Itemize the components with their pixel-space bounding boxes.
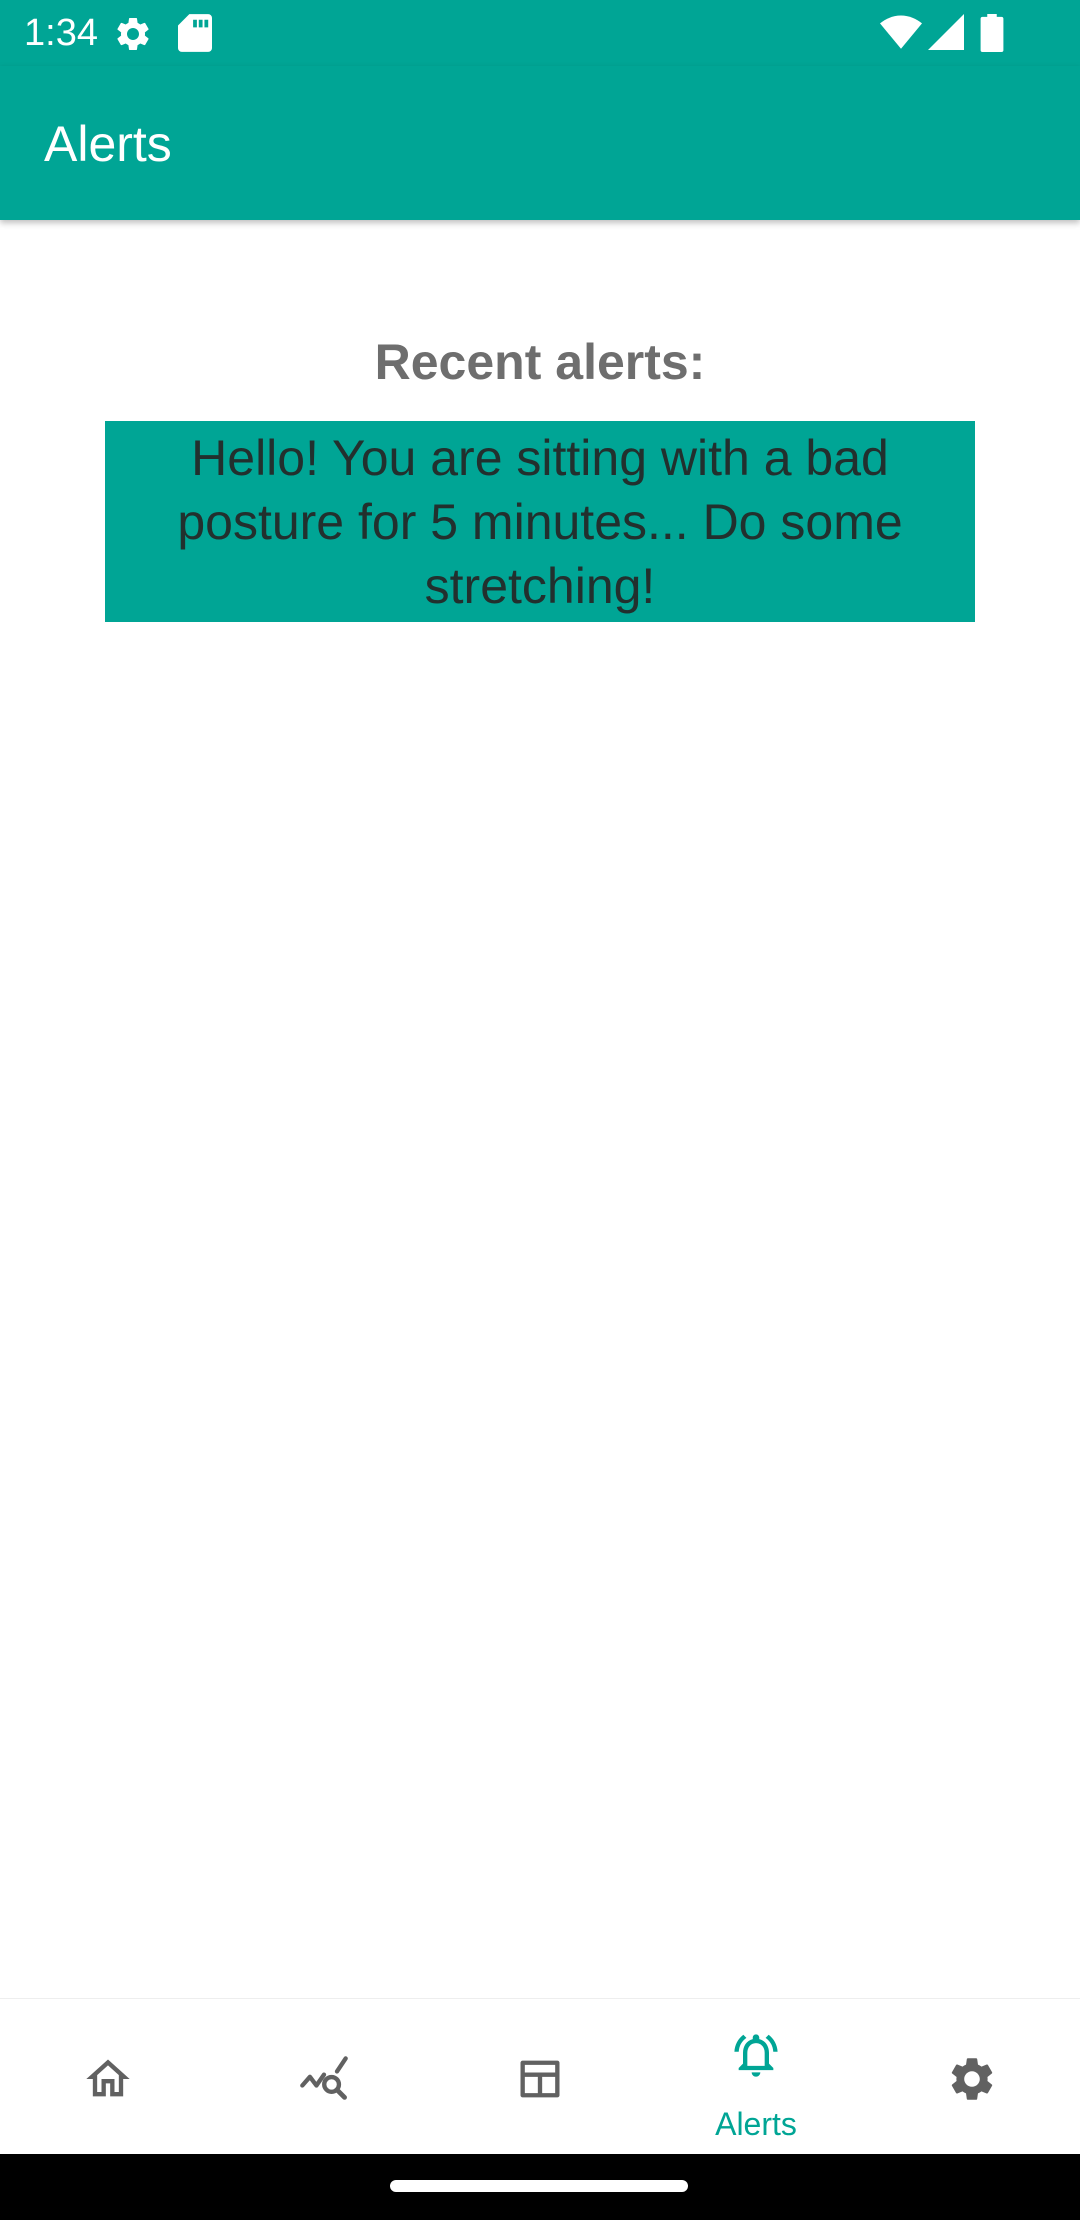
nav-analytics[interactable] <box>216 1999 432 2155</box>
app-bar: Alerts <box>0 66 1080 220</box>
chart-search-icon <box>300 2056 348 2100</box>
gesture-handle[interactable] <box>390 2180 688 2192</box>
table-icon <box>520 2060 560 2098</box>
sd-card-icon <box>178 14 212 52</box>
battery-icon <box>980 14 1004 52</box>
page-title: Alerts <box>44 116 172 172</box>
wifi-icon <box>880 15 922 49</box>
nav-alerts[interactable]: Alerts <box>648 1999 864 2155</box>
nav-home[interactable] <box>0 1999 216 2155</box>
home-icon <box>86 2059 130 2097</box>
gear-icon <box>951 2058 993 2100</box>
bell-ring-icon <box>734 2034 778 2077</box>
status-time: 1:34 <box>24 12 98 54</box>
alert-card: Hello! You are sitting with a bad postur… <box>105 421 975 622</box>
bottom-navigation: Alerts <box>0 1998 1080 2155</box>
nav-table[interactable] <box>432 1999 648 2155</box>
cell-signal-icon <box>928 14 964 50</box>
alert-message: Hello! You are sitting with a bad postur… <box>177 429 903 614</box>
nav-alerts-label: Alerts <box>715 2106 797 2142</box>
system-navigation-bar <box>0 2154 1080 2220</box>
recent-alerts-heading: Recent alerts: <box>374 334 706 390</box>
alerts-content: Recent alerts: Hello! You are sitting wi… <box>0 220 1080 1998</box>
nav-settings[interactable] <box>864 1999 1080 2155</box>
status-bar: 1:34 <box>0 0 1080 66</box>
gear-icon <box>117 17 149 50</box>
